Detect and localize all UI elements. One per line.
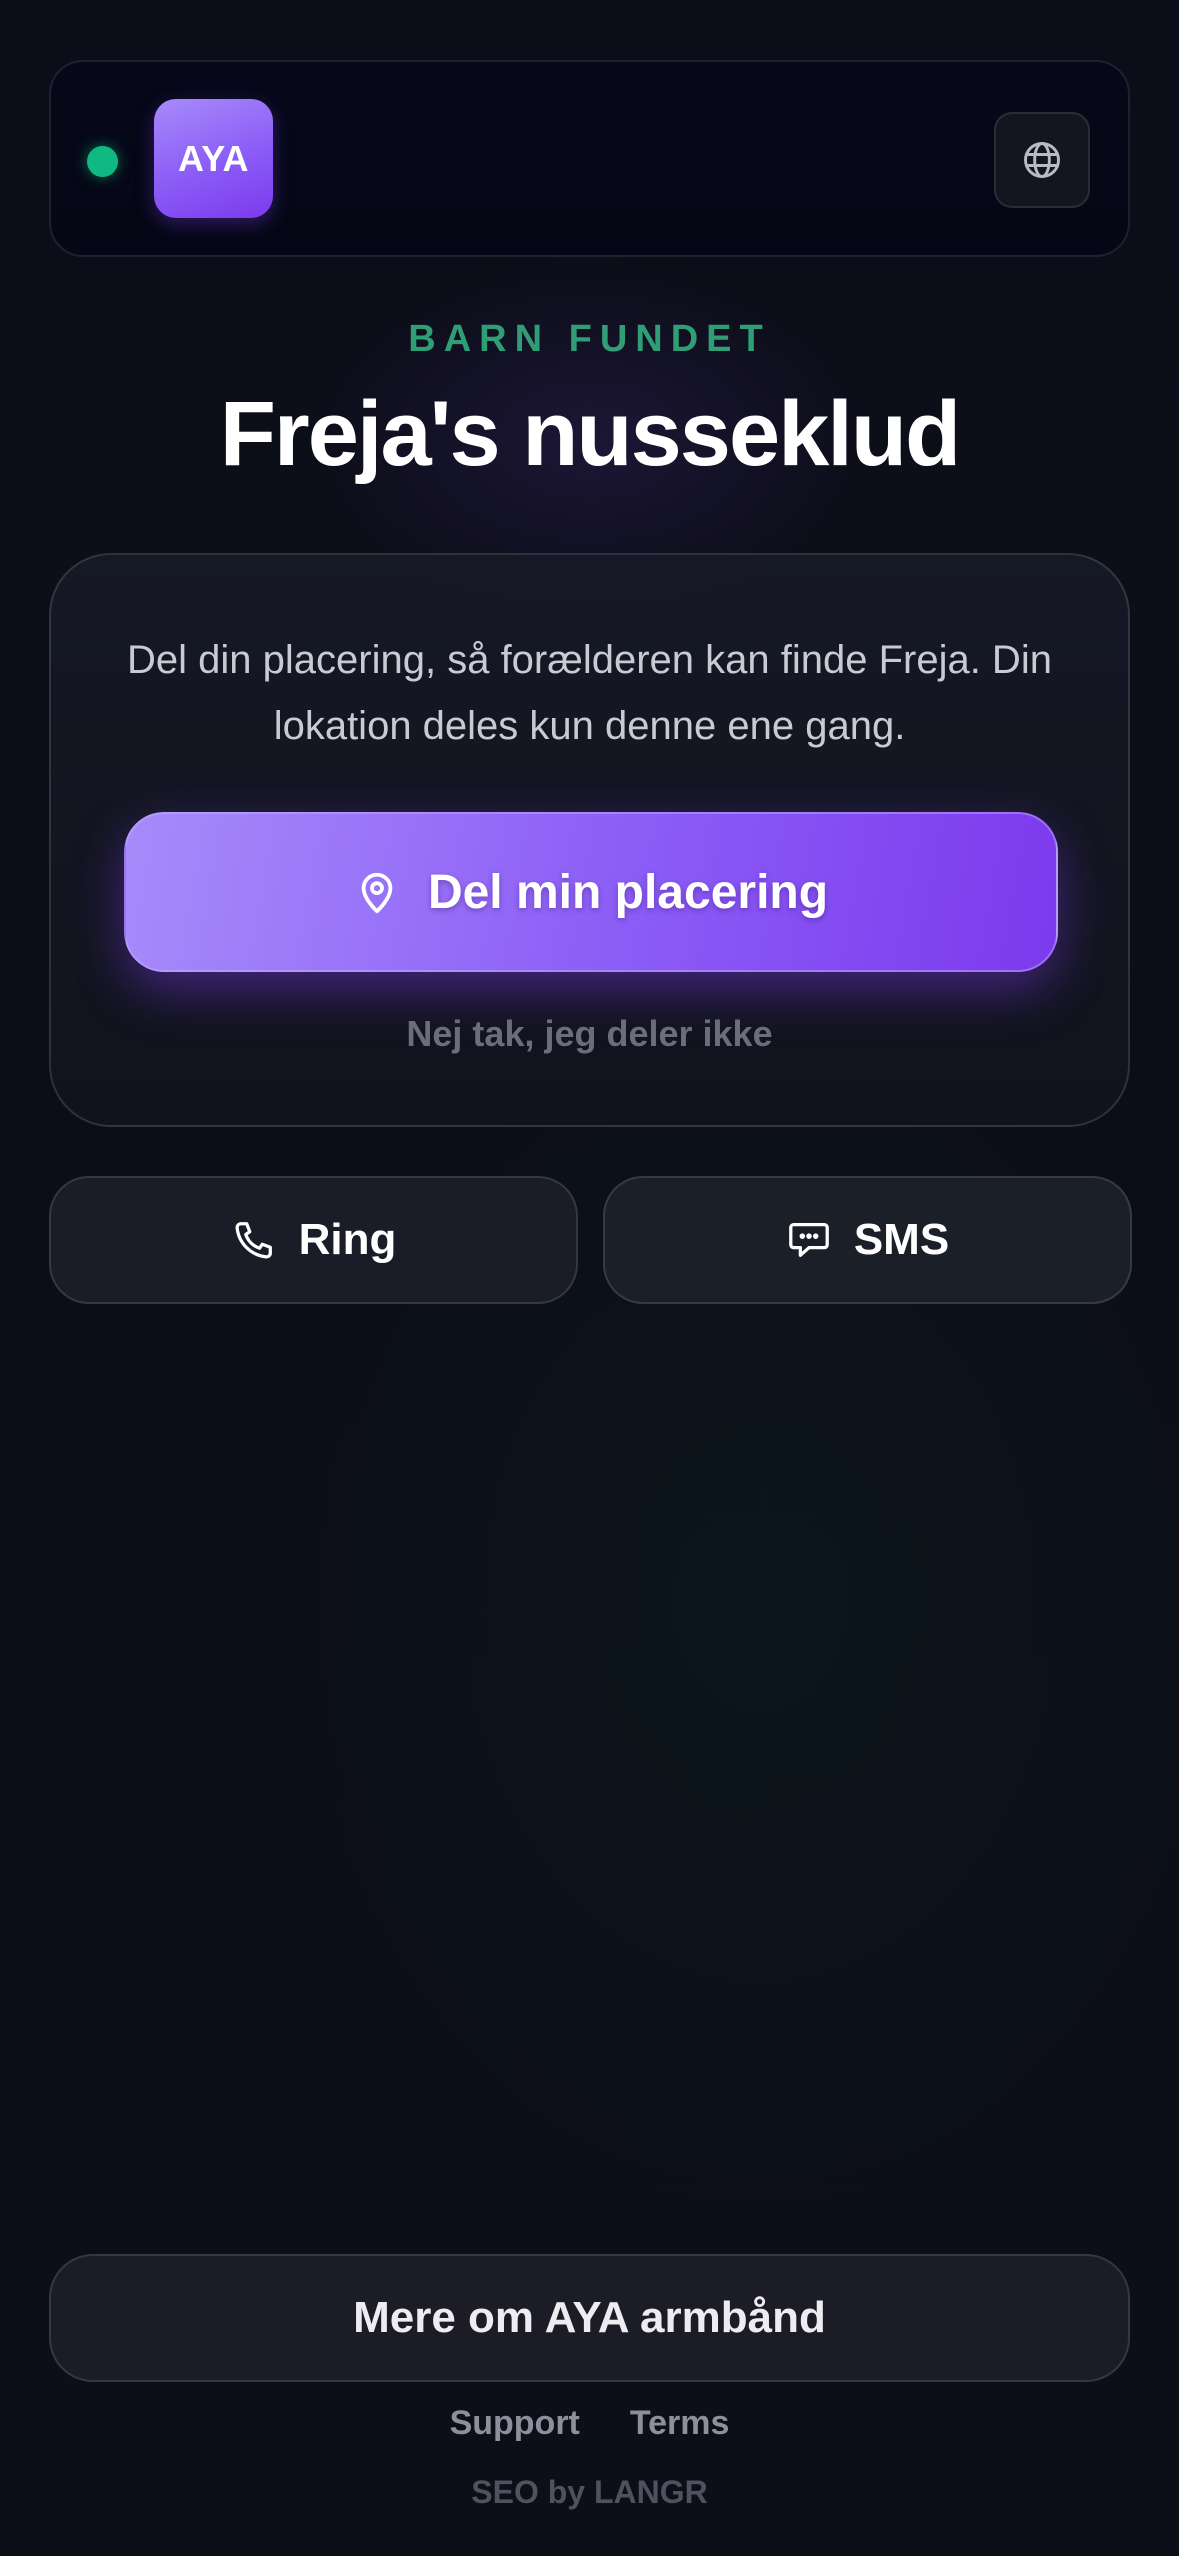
globe-icon [1020, 138, 1064, 182]
page-title: Freja's nusseklud [219, 383, 962, 485]
aya-logo[interactable]: AYA [154, 99, 273, 218]
footer-credit: SEO by LANGR [471, 2474, 708, 2510]
more-about-button[interactable]: Mere om AYA armbånd [49, 2254, 1130, 2382]
top-bar: AYA [49, 60, 1130, 257]
map-pin-icon [354, 869, 400, 915]
share-location-label: Del min placering [427, 865, 829, 919]
share-description: Del din placering, så forælderen kan fin… [127, 638, 1052, 748]
logo-text: AYA [178, 137, 249, 179]
sms-label: SMS [853, 1215, 950, 1264]
call-label: Ring [298, 1215, 397, 1264]
call-button[interactable]: Ring [49, 1176, 578, 1304]
support-link[interactable]: Support [450, 2404, 580, 2443]
share-location-card: Del din placering, så forælderen kan fin… [49, 553, 1130, 1127]
terms-link[interactable]: Terms [630, 2404, 730, 2443]
language-button[interactable] [994, 112, 1090, 208]
message-icon [786, 1217, 832, 1263]
status-indicator [87, 146, 118, 177]
found-label: BARN FUNDET [408, 318, 771, 360]
share-location-button[interactable]: Del min placering [124, 812, 1058, 972]
phone-icon [231, 1217, 277, 1263]
sms-button[interactable]: SMS [603, 1176, 1132, 1304]
footer-links: Support Terms [0, 2404, 1179, 2443]
decline-share-link[interactable]: Nej tak, jeg deler ikke [51, 1013, 1128, 1055]
